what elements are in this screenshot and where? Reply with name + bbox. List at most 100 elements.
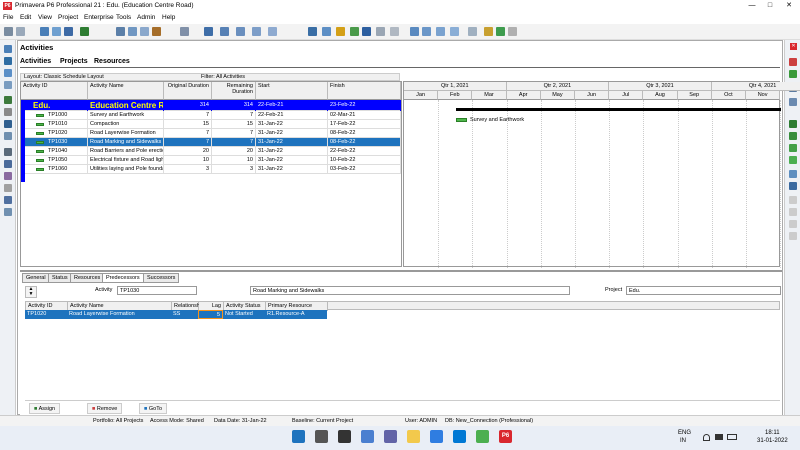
goto-button[interactable]: ■ GoTo — [139, 403, 168, 414]
tab-resources[interactable]: Resources — [94, 58, 130, 65]
filter-side-icon[interactable] — [789, 182, 797, 190]
columns-icon[interactable] — [52, 27, 61, 36]
speaker-icon[interactable] — [715, 434, 723, 440]
find-icon[interactable] — [252, 27, 261, 36]
portfolio-icon[interactable] — [4, 196, 12, 204]
tab-projects[interactable]: Projects — [60, 58, 88, 65]
wbs-icon[interactable] — [4, 57, 12, 65]
group-icon[interactable] — [204, 27, 213, 36]
hash-icon[interactable] — [268, 27, 277, 36]
col-remaining-duration[interactable]: Remaining Duration — [212, 82, 256, 100]
assign-side-icon[interactable] — [789, 120, 797, 128]
tab-general[interactable]: General — [22, 273, 50, 283]
code-side-icon[interactable] — [789, 156, 797, 164]
battery-icon[interactable] — [727, 434, 737, 440]
lang-primary[interactable]: ENG — [678, 430, 691, 436]
minimize-icon[interactable]: — — [745, 1, 759, 11]
menu-admin[interactable]: Admin — [137, 14, 155, 21]
menu-project[interactable]: Project — [58, 14, 78, 21]
menu-file[interactable]: File — [3, 14, 13, 21]
widgets-icon[interactable] — [361, 430, 374, 443]
task-view-icon[interactable] — [338, 430, 351, 443]
edge-icon[interactable] — [430, 430, 443, 443]
risks-icon[interactable] — [4, 172, 12, 180]
help-icon[interactable] — [508, 27, 517, 36]
step-side-icon[interactable] — [789, 170, 797, 178]
wps-icon[interactable] — [4, 184, 12, 192]
close-icon[interactable]: ✕ — [782, 1, 796, 11]
tab-status[interactable]: Status — [48, 273, 72, 283]
activity-row[interactable]: TP1040 Road Barriers and Pole erection 20 2… — [21, 147, 401, 156]
clock-time[interactable]: 18:11 — [765, 430, 780, 436]
print-icon[interactable] — [4, 27, 13, 36]
p6-taskbar-icon[interactable]: P6 — [499, 430, 512, 443]
menu-enterprise[interactable]: Enterprise — [84, 14, 114, 21]
tab-resources-detail[interactable]: Resources — [70, 273, 105, 283]
schedule-icon[interactable] — [336, 27, 345, 36]
project-field[interactable]: Edu. — [626, 286, 781, 295]
bars-icon[interactable] — [64, 27, 73, 36]
cut-icon[interactable] — [140, 27, 149, 36]
tracking-icon[interactable] — [4, 81, 12, 89]
menu-help[interactable]: Help — [162, 14, 175, 21]
menu-tools[interactable]: Tools — [116, 14, 131, 21]
left-side-icon[interactable] — [789, 220, 797, 228]
col-finish[interactable]: Finish — [328, 82, 401, 100]
filter-icon[interactable] — [236, 27, 245, 36]
options-icon[interactable] — [468, 27, 477, 36]
up-side-icon[interactable] — [789, 196, 797, 204]
layout-bar[interactable]: Layout: Classic Schedule Layout Filter: … — [20, 73, 400, 81]
projects-icon[interactable] — [4, 45, 12, 53]
thresholds-icon[interactable] — [4, 120, 12, 128]
detail-icon[interactable] — [322, 27, 331, 36]
activity-bar-tp1000[interactable] — [456, 118, 467, 122]
progress-icon[interactable] — [362, 27, 371, 36]
clock-date[interactable]: 31-01-2022 — [757, 438, 788, 444]
wifi-icon[interactable] — [703, 434, 710, 441]
menu-view[interactable]: View — [38, 14, 52, 21]
spell-icon[interactable] — [180, 27, 189, 36]
table-icon[interactable] — [308, 27, 317, 36]
chart-icon[interactable] — [80, 27, 89, 36]
pred-lag[interactable]: 5 — [198, 310, 223, 319]
activity-row[interactable]: TP1050 Electrical fixture and Road lights… — [21, 156, 401, 165]
activity-row[interactable]: TP1020 Road Layerwise Formation 7 7 31-Jan-2… — [21, 129, 401, 138]
resources-icon[interactable] — [4, 96, 12, 104]
predecessor-row[interactable]: TP1020 Road Layerwise Formation SS 5 Not… — [25, 310, 327, 319]
col-start[interactable]: Start — [256, 82, 328, 100]
expenses-icon[interactable] — [4, 160, 12, 168]
issues-icon[interactable] — [4, 132, 12, 140]
filter-label[interactable]: Filter: All Activities — [201, 74, 245, 80]
mail-icon[interactable] — [453, 430, 466, 443]
zoom-out-icon[interactable] — [422, 27, 431, 36]
explorer-icon[interactable] — [407, 430, 420, 443]
right-side-icon[interactable] — [789, 232, 797, 240]
tab-predecessors[interactable]: Predecessors — [102, 273, 144, 283]
resource-side-icon[interactable] — [789, 132, 797, 140]
copy-side-icon[interactable] — [789, 98, 797, 106]
tracking-view-icon[interactable] — [4, 208, 12, 216]
search-icon[interactable] — [315, 430, 328, 443]
tab-successors[interactable]: Successors — [143, 273, 180, 283]
activity-row[interactable]: TP1010 Compaction 15 15 31-Jan-22 17-Feb-22 — [21, 120, 401, 129]
note-icon[interactable] — [484, 27, 493, 36]
delete-icon[interactable] — [789, 58, 797, 66]
start-icon[interactable] — [292, 430, 305, 443]
lang-secondary[interactable]: IN — [680, 438, 686, 444]
reports-icon[interactable] — [4, 108, 12, 116]
activity-row[interactable]: TP1030 Road Marking and Sidewalks 7 7 31-Jan… — [21, 138, 401, 147]
activity-name-field[interactable]: Road Marking and Sidewalks — [250, 286, 570, 295]
col-activity-name[interactable]: Activity Name — [88, 82, 164, 100]
remove-button[interactable]: ■ Remove — [87, 403, 123, 414]
goto-icon[interactable] — [450, 27, 459, 36]
activity-row[interactable]: TP1000 Survey and Earthwork 7 7 22-Feb-21 02-… — [21, 111, 401, 120]
layout-icon[interactable] — [40, 27, 49, 36]
timescale-icon[interactable] — [436, 27, 445, 36]
activity-row[interactable]: TP1060Utilities laying and Pole foundati… — [21, 165, 401, 174]
panel-close-icon[interactable]: ✕ — [790, 43, 797, 50]
activity-nav-arrows[interactable]: ▲ ▼ — [25, 286, 37, 298]
role-side-icon[interactable] — [789, 144, 797, 152]
assign-button[interactable]: ■ Assign — [29, 403, 61, 414]
undo-icon[interactable] — [152, 27, 161, 36]
level-icon[interactable] — [350, 27, 359, 36]
